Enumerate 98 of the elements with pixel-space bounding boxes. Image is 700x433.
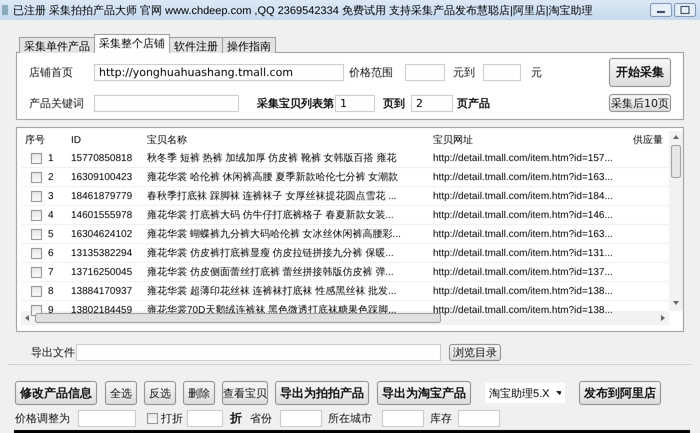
export-file-field[interactable] [76, 344, 441, 360]
table-cell-text: 雍花华裳 超薄印花丝袜 连裤袜打底袜 性感黑丝袜 批发... [147, 284, 396, 298]
version-dropdown[interactable]: 淘宝助理5.X [485, 383, 565, 403]
field-label: 元到 [453, 66, 476, 80]
table-cell: 16304624102 [71, 228, 132, 240]
minimize-icon[interactable] [650, 3, 672, 17]
action-button[interactable]: 反选 [144, 381, 176, 405]
table-cell: 16309100423 [71, 172, 132, 182]
field-label: 所在城市 [328, 412, 373, 426]
table-cell-text: 雍花华裳 仿皮侧面蕾丝打底裤 蕾丝拼接韩版仿皮裤 弹... [147, 266, 394, 279]
stock-field[interactable] [458, 410, 500, 426]
field-label: 打折 [161, 412, 184, 426]
table-cell: 4 [48, 210, 54, 220]
row-checkbox[interactable] [31, 152, 42, 164]
tab[interactable]: 软件注册 [169, 37, 223, 53]
vertical-scrollbar[interactable] [669, 131, 683, 311]
table-cell: http://detail.tmall.com/item.htm?id=146... [433, 210, 613, 220]
browse-button[interactable]: 浏览目录 [449, 344, 501, 360]
table-cell: 6 [48, 248, 54, 258]
field-label: 省份 [250, 412, 273, 426]
row-checkbox[interactable] [31, 228, 42, 240]
table-cell: 13716250045 [71, 266, 132, 278]
field-label: 页到 [383, 96, 406, 110]
window-title: 已注册 采集拍拍产品大师 官网 www.chdeep.com ,QQ 2369542334 免费试用 支持采集产品发布慧聪店|阿里店|淘宝助理 [13, 4, 594, 18]
row-checkbox[interactable] [31, 172, 42, 182]
table-cell: 7 [48, 266, 54, 278]
tab[interactable]: 操作指南 [222, 37, 276, 53]
table-cell: http://detail.tmall.com/item.htm?id=157... [433, 152, 613, 164]
table-cell-text: 雍花华裳 仿皮裤打底裤显瘦 仿皮拉链拼接九分裤 保暖... [147, 246, 394, 260]
page-from-field[interactable]: 1 [335, 94, 375, 112]
row-checkbox[interactable] [31, 248, 42, 258]
field-label: 产品关键词 [29, 96, 85, 110]
table-cell: http://detail.tmall.com/item.htm?id=138... [433, 286, 613, 296]
column-header[interactable]: ID [67, 131, 143, 149]
table-cell: http://detail.tmall.com/item.htm?id=163... [433, 172, 613, 182]
table-cell: http://detail.tmall.com/item.htm?id=138... [433, 304, 613, 316]
collect-next-pages-button[interactable]: 采集后10页 [609, 94, 671, 112]
unit-label: 元 [531, 66, 542, 80]
table-cell: 1 [48, 152, 54, 164]
row-checkbox[interactable] [31, 210, 42, 220]
field-label: 导出文件 [31, 346, 76, 360]
table-cell: 13802184459 [71, 304, 132, 316]
table-cell-text: 雍花华裳 哈伦裤 休闲裤高腰 夏季新款哈伦七分裤 女潮款 [147, 170, 398, 184]
city-field[interactable] [382, 410, 424, 426]
action-button[interactable]: 导出为淘宝产品 [377, 381, 471, 405]
row-checkbox[interactable] [31, 266, 42, 278]
table-cell: 5 [48, 228, 54, 240]
table-cell: http://detail.tmall.com/item.htm?id=137... [433, 266, 613, 278]
field-label: 店铺首页 [29, 66, 74, 80]
field-label: 库存 [430, 412, 453, 426]
row-checkbox[interactable] [31, 190, 42, 202]
app-icon [2, 5, 8, 15]
table-cell: 13135382294 [71, 248, 132, 258]
row-checkbox[interactable] [31, 286, 42, 296]
shop-url-field[interactable]: http://yonghuahuashang.tmall.com [94, 64, 344, 80]
caret-icon [556, 391, 561, 395]
table-cell-text: 雍花华裳 打底裤大码 仿牛仔打底裤格子 春夏新款女装... [147, 208, 394, 222]
action-button[interactable]: 删除 [183, 381, 215, 405]
province-field[interactable] [280, 410, 322, 426]
table-cell-text: 春秋季打底袜 踩脚袜 连裤袜子 女厚丝袜提花圆点雪花 ... [147, 190, 396, 203]
table-cell: http://detail.tmall.com/item.htm?id=131... [433, 248, 613, 258]
field-label: 采集宝贝列表第 [257, 96, 335, 110]
action-button[interactable]: 全选 [105, 381, 137, 405]
maximize-icon[interactable] [674, 3, 696, 17]
field-label: 页产品 [457, 96, 490, 110]
max-price-field[interactable] [483, 64, 521, 80]
column-header[interactable]: 序号 [21, 131, 67, 149]
start-collect-button[interactable]: 开始采集 [609, 58, 671, 86]
field-label: 价格调整为 [15, 412, 71, 426]
table-cell: 2 [48, 172, 54, 182]
table-cell: http://detail.tmall.com/item.htm?id=184... [433, 190, 613, 202]
keyword-field[interactable] [94, 94, 239, 112]
table-cell: 15770850818 [71, 152, 132, 164]
tab[interactable]: 采集单件产品 [19, 37, 95, 53]
table-cell: http://detail.tmall.com/item.htm?id=163... [433, 228, 613, 240]
action-button[interactable]: 发布到阿里店 [579, 381, 661, 405]
price-adjust-field[interactable] [78, 410, 136, 426]
table-cell-text: 秋冬季 短裤 热裤 加绒加厚 仿皮裤 靴裤 女韩版百搭 雍花 [147, 152, 396, 165]
action-button[interactable]: 导出为拍拍产品 [275, 381, 369, 405]
discount-field[interactable] [187, 410, 223, 426]
table-cell: 8 [48, 286, 54, 296]
table-cell: 3 [48, 190, 54, 202]
column-header[interactable]: 宝贝名称 [143, 131, 429, 149]
column-header[interactable]: 供应量 [629, 131, 669, 149]
page-to-field[interactable]: 2 [411, 94, 453, 112]
tab[interactable]: 采集整个店铺 [94, 34, 170, 53]
unit-label: 折 [230, 410, 243, 426]
table-cell: 13884170937 [71, 286, 132, 296]
action-button[interactable]: 修改产品信息 [15, 381, 97, 405]
field-label: 价格范围 [349, 66, 394, 80]
table-cell: 14601555978 [71, 210, 132, 220]
discount-checkbox[interactable] [147, 412, 158, 424]
table-cell: 18461879779 [71, 190, 132, 202]
table-cell-text: 雍花华裳 蝴蝶裤九分裤大码哈伦裤 女冰丝休闲裤高腰彩... [147, 228, 401, 241]
min-price-field[interactable] [405, 64, 445, 80]
column-header[interactable]: 宝贝网址 [429, 131, 629, 149]
table-cell: 9 [48, 304, 54, 316]
action-button[interactable]: 查看宝贝 [222, 381, 268, 405]
